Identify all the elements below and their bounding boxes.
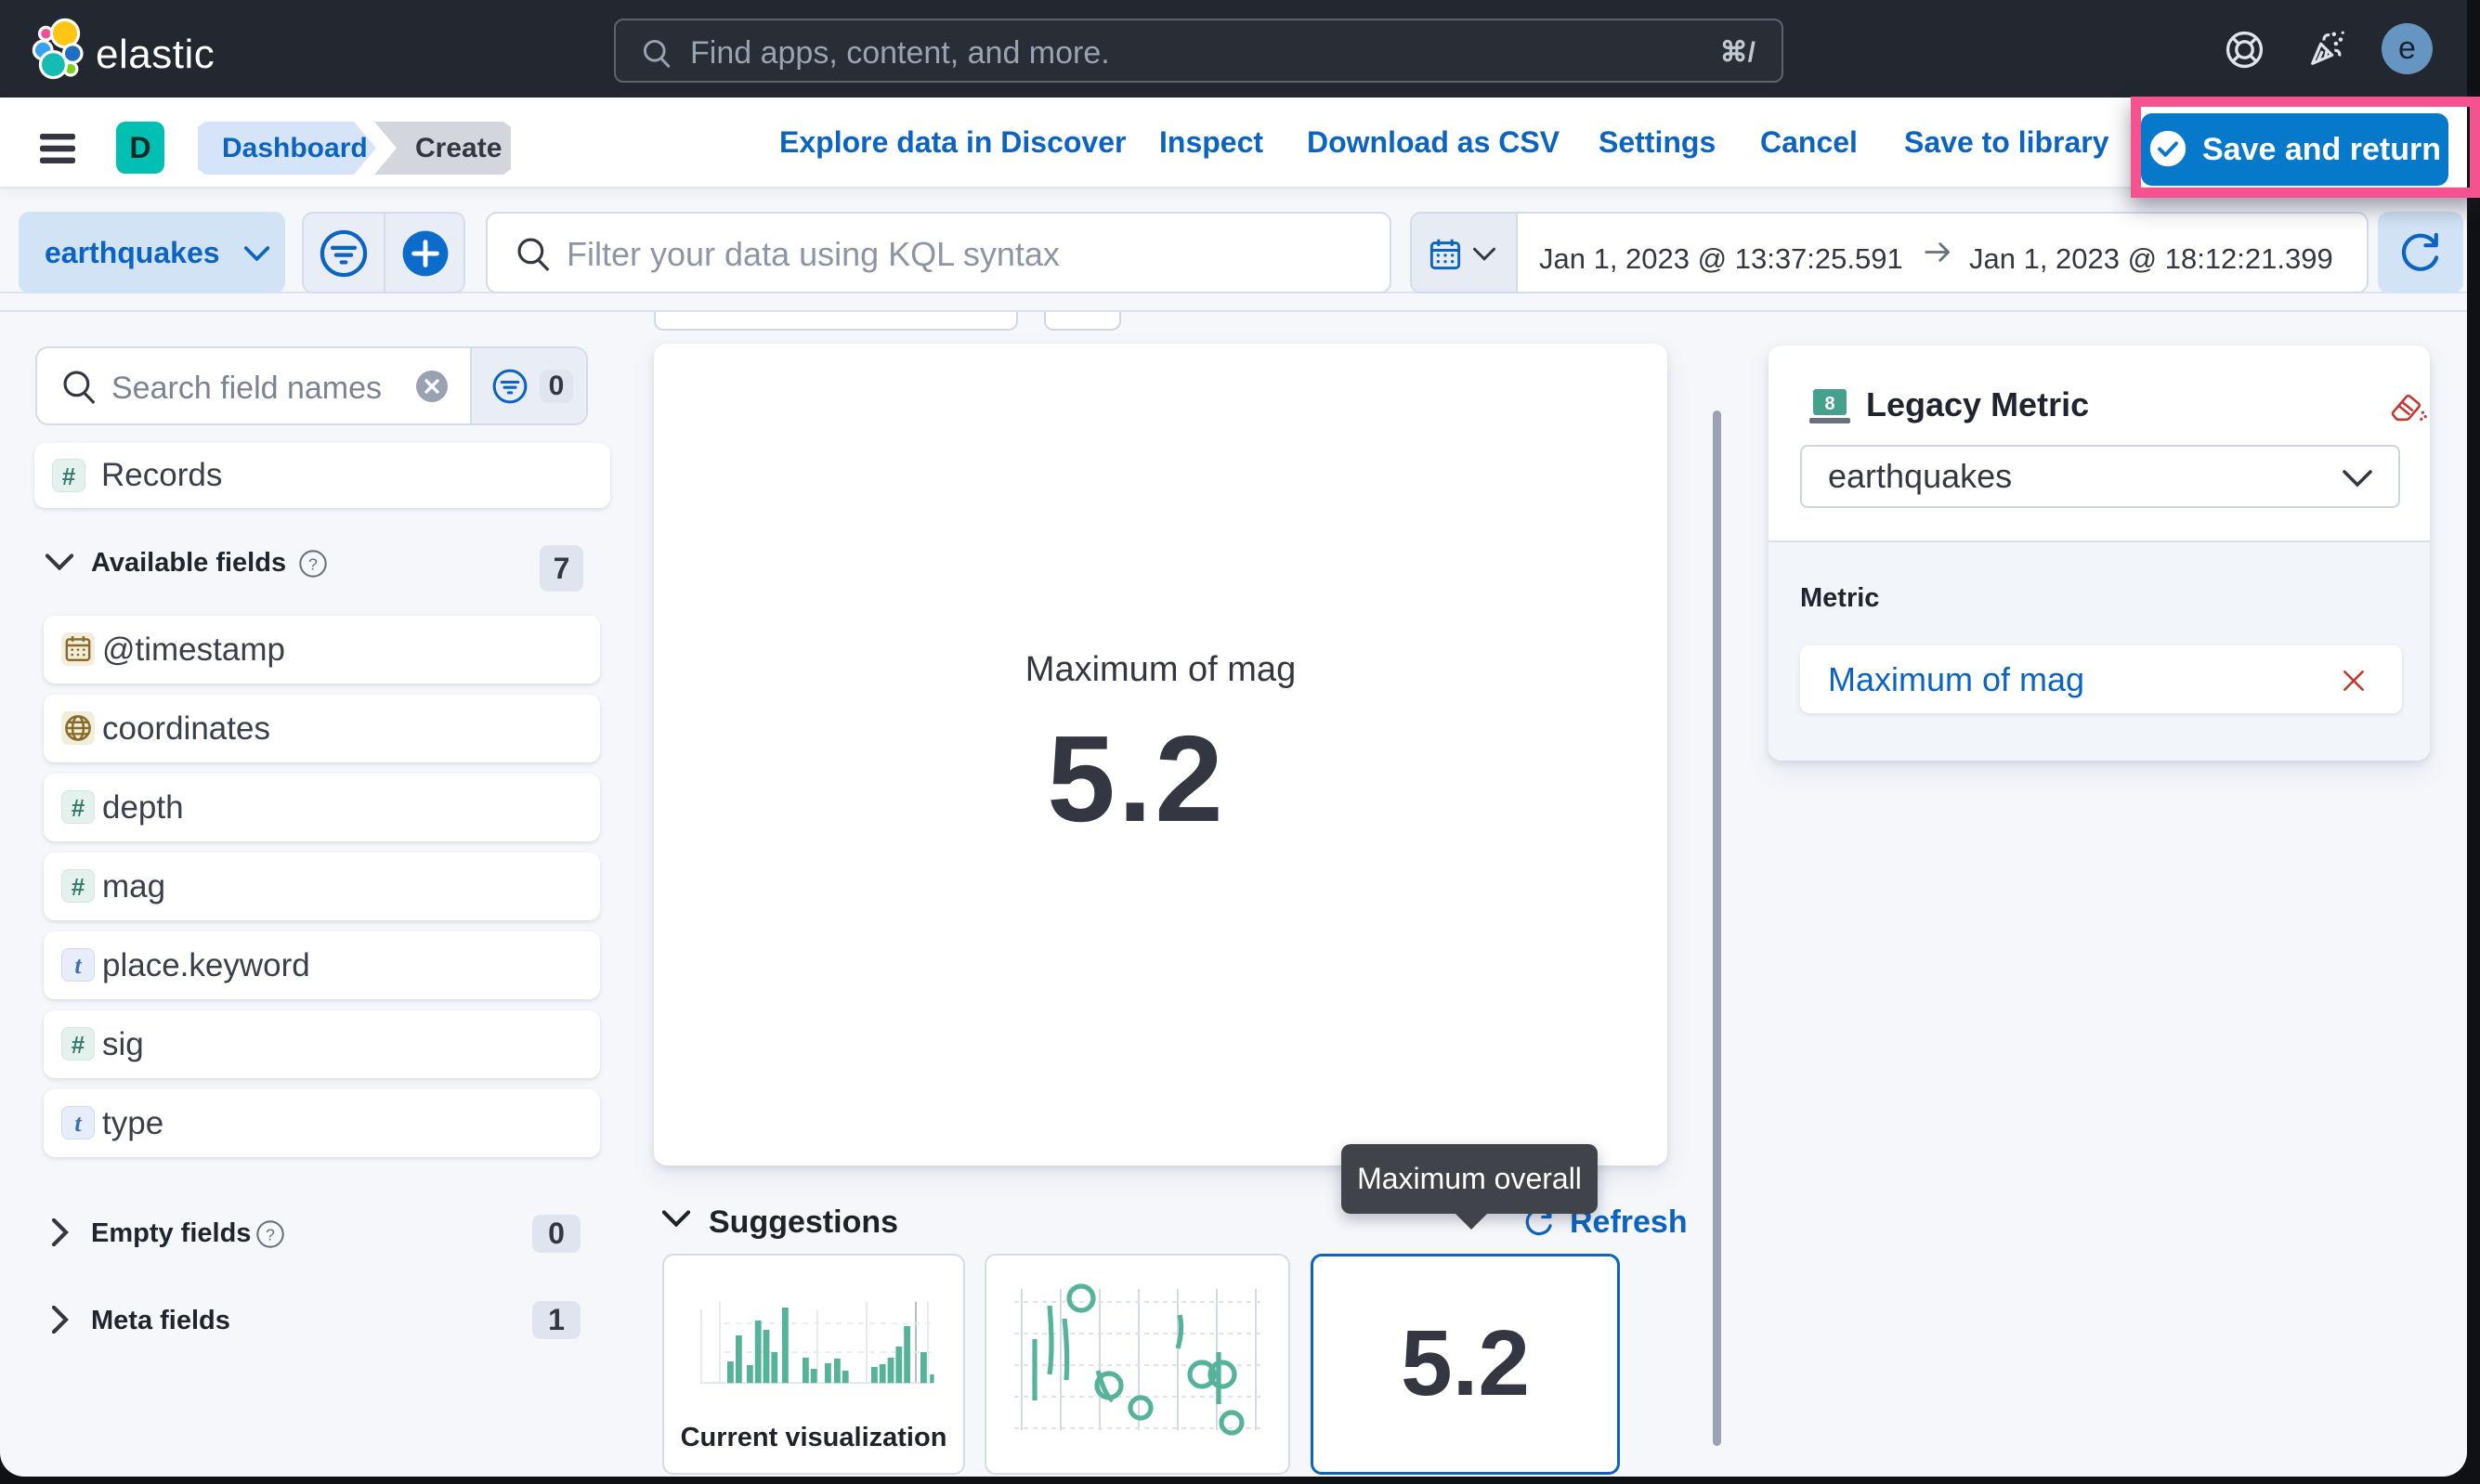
svg-text:?: ?	[308, 554, 318, 573]
svg-text:8: 8	[1824, 394, 1834, 414]
svg-text:?: ?	[266, 1225, 275, 1243]
